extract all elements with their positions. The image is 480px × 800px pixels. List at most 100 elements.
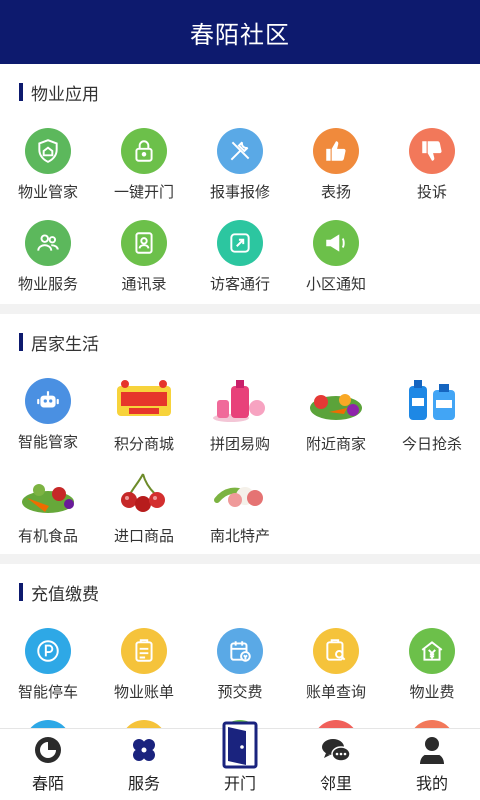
water-drop-icon: [121, 720, 167, 728]
app-property-fee[interactable]: 物业费: [384, 620, 480, 712]
lychee-image: [210, 468, 270, 518]
points-mall-image: [114, 376, 174, 426]
app-smart-parking[interactable]: 智能停车: [0, 620, 96, 712]
app-nearby-merchants[interactable]: 附近商家: [288, 370, 384, 462]
section-title: 居家生活: [31, 334, 99, 355]
app-property-butler[interactable]: 物业管家: [0, 120, 96, 212]
app-label: 预交费: [217, 683, 263, 701]
app-label: 小区通知: [305, 275, 366, 293]
organic-food-image: [18, 468, 78, 518]
app-label: 账单查询: [305, 683, 366, 701]
page-title: 春陌社区: [190, 20, 290, 49]
thumbs-down-icon: [409, 128, 455, 174]
pass-icon: [217, 220, 263, 266]
calendar-pay-icon: [217, 628, 263, 674]
parking-icon: [25, 628, 71, 674]
app-label: 智能管家: [17, 433, 78, 451]
shield-house-icon: [25, 128, 71, 174]
app-visitor-pass[interactable]: 访客通行: [192, 212, 288, 304]
app-organic-food[interactable]: 有机食品: [0, 462, 96, 554]
megaphone-icon: [313, 220, 359, 266]
section-header: 居家生活: [0, 314, 480, 370]
app-label: 通讯录: [121, 275, 167, 293]
tab-label: 服务: [127, 774, 160, 793]
app-water-fee[interactable]: [96, 712, 192, 728]
app-label: 表扬: [320, 183, 351, 201]
tab-label: 我的: [415, 774, 448, 793]
main-content[interactable]: 物业应用 物业管家 一键开门 报事报修 表扬 投诉 物业服务 通讯录 访客通行 …: [0, 64, 480, 728]
app-imported-goods[interactable]: 进口商品: [96, 462, 192, 554]
app-contacts[interactable]: 通讯录: [96, 212, 192, 304]
tab-neighbors[interactable]: 邻里: [288, 729, 384, 800]
app-grid: 智能管家 积分商城 拼团易购 附近商家 今日抢杀 有机食品 进口商品 南北特产: [0, 370, 480, 554]
section-home-life: 居家生活 智能管家 积分商城 拼团易购 附近商家 今日抢杀 有机食品 进口商品 …: [0, 314, 480, 554]
app-label: 物业账单: [113, 683, 174, 701]
heating-icon: [409, 720, 455, 728]
robot-icon: [25, 378, 71, 424]
app-property-service[interactable]: 物业服务: [0, 212, 96, 304]
app-one-key-open[interactable]: 一键开门: [96, 120, 192, 212]
tab-label: 邻里: [319, 774, 352, 793]
cherries-image: [114, 468, 174, 518]
vegetables-image: [306, 376, 366, 426]
app-heating-fee[interactable]: [384, 712, 480, 728]
app-label: 有机食品: [17, 527, 78, 545]
thumbs-up-icon: [313, 128, 359, 174]
app-smart-butler[interactable]: 智能管家: [0, 370, 96, 462]
app-local-specialties[interactable]: 南北特产: [192, 462, 288, 554]
app-label: 物业服务: [17, 275, 78, 293]
app-label: 报事报修: [209, 183, 270, 201]
tab-me[interactable]: 我的: [384, 729, 480, 800]
house-yen-icon: [409, 628, 455, 674]
app-grid: 智能停车 物业账单 预交费 账单查询 物业费: [0, 620, 480, 728]
section-title: 充值缴费: [31, 584, 99, 605]
section-header: 物业应用: [0, 64, 480, 120]
app-label: 物业管家: [17, 183, 78, 201]
tab-services[interactable]: 服务: [96, 729, 192, 800]
bottom-tab-bar: 春陌 服务 开门 邻里 我的: [0, 721, 480, 800]
title-bar: 春陌社区: [0, 0, 480, 64]
section-marker: [19, 583, 23, 601]
section-recharge-payment: 充值缴费 智能停车 物业账单 预交费 账单查询 物业费: [0, 564, 480, 728]
app-today-flash-sale[interactable]: 今日抢杀: [384, 370, 480, 462]
door-icon: [222, 721, 258, 769]
app-property-bill[interactable]: 物业账单: [96, 620, 192, 712]
app-label: 附近商家: [305, 435, 366, 453]
app-label: 智能停车: [17, 683, 78, 701]
section-marker: [19, 83, 23, 101]
app-points-mall[interactable]: 积分商城: [96, 370, 192, 462]
tab-home[interactable]: 春陌: [0, 729, 96, 800]
flame-icon: [313, 720, 359, 728]
app-label: 一键开门: [113, 183, 174, 201]
app-prepay[interactable]: 预交费: [192, 620, 288, 712]
app-group-buy[interactable]: 拼团易购: [192, 370, 288, 462]
tab-label: 春陌: [31, 774, 64, 793]
app-bill-query[interactable]: 账单查询: [288, 620, 384, 712]
home-logo-icon: [35, 737, 61, 763]
tab-label: 开门: [223, 774, 256, 793]
contacts-icon: [121, 220, 167, 266]
detergent-image: [402, 376, 462, 426]
app-parking-2[interactable]: [0, 712, 96, 728]
app-label: 今日抢杀: [401, 435, 462, 453]
group-buy-image: [210, 376, 270, 426]
app-community-notice[interactable]: 小区通知: [288, 212, 384, 304]
app-complaint[interactable]: 投诉: [384, 120, 480, 212]
app-label: 南北特产: [209, 527, 270, 545]
chat-bubbles-icon: [322, 739, 351, 762]
section-property-apps: 物业应用 物业管家 一键开门 报事报修 表扬 投诉 物业服务 通讯录 访客通行 …: [0, 64, 480, 304]
app-label: 积分商城: [113, 435, 174, 453]
app-repair[interactable]: 报事报修: [192, 120, 288, 212]
app-grid: 物业管家 一键开门 报事报修 表扬 投诉 物业服务 通讯录 访客通行 小区通知: [0, 120, 480, 304]
app-label: 拼团易购: [209, 435, 270, 453]
app-praise[interactable]: 表扬: [288, 120, 384, 212]
bill-search-icon: [313, 628, 359, 674]
app-gas-fee[interactable]: [288, 712, 384, 728]
section-marker: [19, 333, 23, 351]
tab-open-door[interactable]: 开门: [192, 721, 288, 800]
services-grid-icon: [133, 739, 155, 761]
tools-icon: [217, 128, 263, 174]
section-title: 物业应用: [31, 84, 99, 105]
section-divider: [0, 554, 480, 564]
bill-icon: [121, 628, 167, 674]
